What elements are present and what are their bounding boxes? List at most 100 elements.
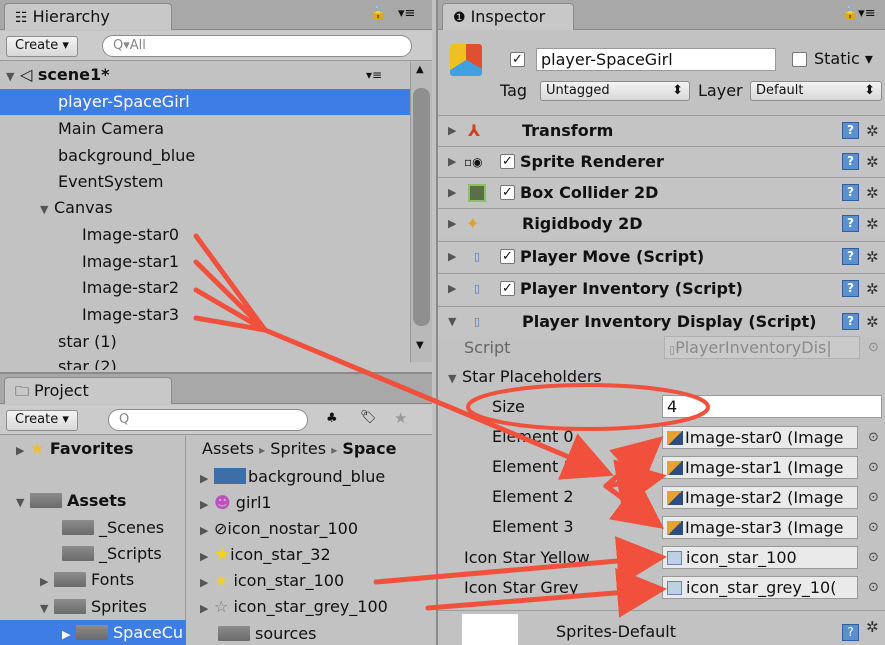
expand-triangle-icon[interactable]: ▼ [448,307,462,337]
expand-triangle-icon[interactable]: ▶ [200,596,214,622]
enabled-checkbox[interactable]: ✓ [500,154,515,169]
folder-item[interactable]: ▼ Sprites [40,594,147,620]
expand-triangle-icon[interactable]: ▶ [200,518,214,544]
expand-triangle-icon[interactable]: ▶ [16,438,30,464]
folder-item[interactable]: _Scripts [62,541,162,567]
expand-triangle-icon[interactable]: ▶ [62,622,76,645]
static-checkbox[interactable] [792,52,807,67]
size-field[interactable]: 4 [662,395,882,418]
gear-icon[interactable]: ✲ [866,116,879,146]
icon-star-grey-field[interactable]: icon_star_grey_10( [662,576,858,599]
lock-icon[interactable]: 🔒▾≡ [842,6,876,21]
scene-menu-icon[interactable]: ▾≡ [366,62,382,88]
folder-item[interactable]: ▶ Fonts [40,567,134,593]
asset-item[interactable]: ▶ ★icon_star_32 [200,542,331,568]
hierarchy-item[interactable]: EventSystem [58,169,164,195]
hierarchy-item[interactable]: star (2) [58,354,117,370]
gear-icon[interactable]: ✲ [866,242,879,272]
expand-triangle-icon[interactable]: ▶ [200,544,214,570]
star-placeholders-label[interactable]: ▼ Star Placeholders [448,367,602,386]
scene-row[interactable]: ▼ ◁ scene1* ▾≡ [6,62,406,88]
object-picker-icon[interactable]: ⊙ [868,520,879,535]
expand-triangle-icon[interactable]: ▼ [40,596,54,622]
component-transform[interactable]: ▶ ⅄ Transform ? ✲ [438,115,885,146]
help-icon[interactable]: ? [842,184,859,201]
create-button[interactable]: Create ▾ [6,410,78,431]
expand-triangle-icon[interactable]: ▶ [200,570,214,596]
project-search-input[interactable]: Q [108,409,308,431]
layer-dropdown[interactable]: Default ⬍ [750,81,882,101]
expand-triangle-icon[interactable]: ▶ [448,242,462,272]
component-rigidbody-2d[interactable]: ▶ ✦ Rigidbody 2D ? ✲ [438,208,885,239]
expand-triangle-icon[interactable]: ▶ [448,209,462,239]
scroll-down-icon[interactable]: ▼ [416,340,424,351]
expand-triangle-icon[interactable]: ▶ [40,569,54,595]
filter-label-icon[interactable]: 🏷 [360,410,377,425]
hierarchy-scrollbar[interactable]: ▲ ▼ [410,62,432,362]
asset-item[interactable]: ▶ background_blue [200,464,385,490]
component-player-move[interactable]: ▶ ▯ ✓ Player Move (Script) ? ✲ [438,241,885,272]
scrollbar-thumb[interactable] [413,88,430,326]
help-icon[interactable]: ? [842,624,859,641]
object-picker-icon[interactable]: ⊙ [868,550,879,565]
expand-triangle-icon[interactable]: ▶ [448,274,462,304]
component-player-inventory[interactable]: ▶ ▯ ✓ Player Inventory (Script) ? ✲ [438,273,885,304]
panel-menu-icon[interactable]: ▾≡ [398,6,415,21]
expand-triangle-icon[interactable]: ▼ [6,64,20,90]
object-picker-icon[interactable]: ⊙ [868,490,879,505]
gear-icon[interactable]: ✲ [866,618,879,636]
expand-triangle-icon[interactable]: ▶ [448,147,462,177]
expand-triangle-icon[interactable]: ▶ [448,116,462,146]
expand-triangle-icon[interactable]: ▶ [448,178,462,208]
gear-icon[interactable]: ✲ [866,147,879,177]
hierarchy-item[interactable]: background_blue [58,143,195,169]
hierarchy-item[interactable]: star (1) [58,329,117,355]
hierarchy-tab[interactable]: ☷ Hierarchy [4,3,172,30]
expand-triangle-icon[interactable]: ▼ [16,490,30,516]
asset-item[interactable]: ▶ ⊘icon_nostar_100 [200,516,358,542]
inspector-tab[interactable]: ❶ Inspector [442,3,574,30]
object-picker-icon[interactable]: ⊙ [868,580,879,595]
active-checkbox[interactable]: ✓ [510,52,525,67]
component-player-inventory-display[interactable]: ▼ ▯ Player Inventory Display (Script) ? ✲ [438,306,885,337]
enabled-checkbox[interactable]: ✓ [500,185,515,200]
help-icon[interactable]: ? [842,248,859,265]
asset-item[interactable]: ▶ ☆ icon_star_grey_100 [200,594,388,620]
component-sprite-renderer[interactable]: ▶ ▫◉ ✓ Sprite Renderer ? ✲ [438,146,885,177]
lock-icon[interactable]: 🔒 [370,6,386,21]
asset-item[interactable]: ▶ ☻ girl1 [200,490,272,516]
icon-star-yellow-field[interactable]: icon_star_100 [662,546,858,569]
help-icon[interactable]: ? [842,280,859,297]
help-icon[interactable]: ? [842,313,859,330]
object-name-field[interactable]: player-SpaceGirl [536,48,776,71]
hierarchy-item[interactable]: Image-star1 [82,249,179,275]
expand-triangle-icon[interactable]: ▶ [200,466,214,492]
help-icon[interactable]: ? [842,122,859,139]
folder-item[interactable]: ▶ SpaceCu [0,620,186,645]
hierarchy-item[interactable]: Image-star0 [82,222,179,248]
favorites-item[interactable]: ▶ ★ Favorites [16,436,134,462]
scroll-up-icon[interactable]: ▲ [416,64,424,75]
filter-type-icon[interactable]: ♣ [326,411,338,426]
hierarchy-item[interactable]: ▼ Canvas [40,195,113,221]
component-box-collider-2d[interactable]: ▶ ✓ Box Collider 2D ? ✲ [438,177,885,208]
favorite-star-icon[interactable]: ★ [394,409,407,427]
expand-triangle-icon[interactable]: ▼ [40,197,54,223]
element-field[interactable]: Image-star0 (Image [662,426,858,449]
gear-icon[interactable]: ✲ [866,209,879,239]
gear-icon[interactable]: ✲ [866,274,879,304]
breadcrumb-item[interactable]: Space [342,439,396,458]
enabled-checkbox[interactable]: ✓ [500,281,515,296]
tag-dropdown[interactable]: Untagged ⬍ [540,81,690,101]
help-icon[interactable]: ? [842,153,859,170]
project-tab[interactable]: 🗀 Project [4,377,172,404]
expand-triangle-icon[interactable]: ▼ [448,372,462,385]
hierarchy-item[interactable]: player-SpaceGirl [0,89,410,115]
object-picker-icon[interactable]: ⊙ [868,430,879,445]
create-button[interactable]: Create ▾ [6,36,78,57]
gear-icon[interactable]: ✲ [866,307,879,337]
folder-item[interactable]: _Scenes [62,515,164,541]
expand-triangle-icon[interactable]: ▶ [200,492,214,518]
breadcrumb-item[interactable]: Assets [202,439,254,458]
assets-item[interactable]: ▼ Assets [16,488,126,514]
